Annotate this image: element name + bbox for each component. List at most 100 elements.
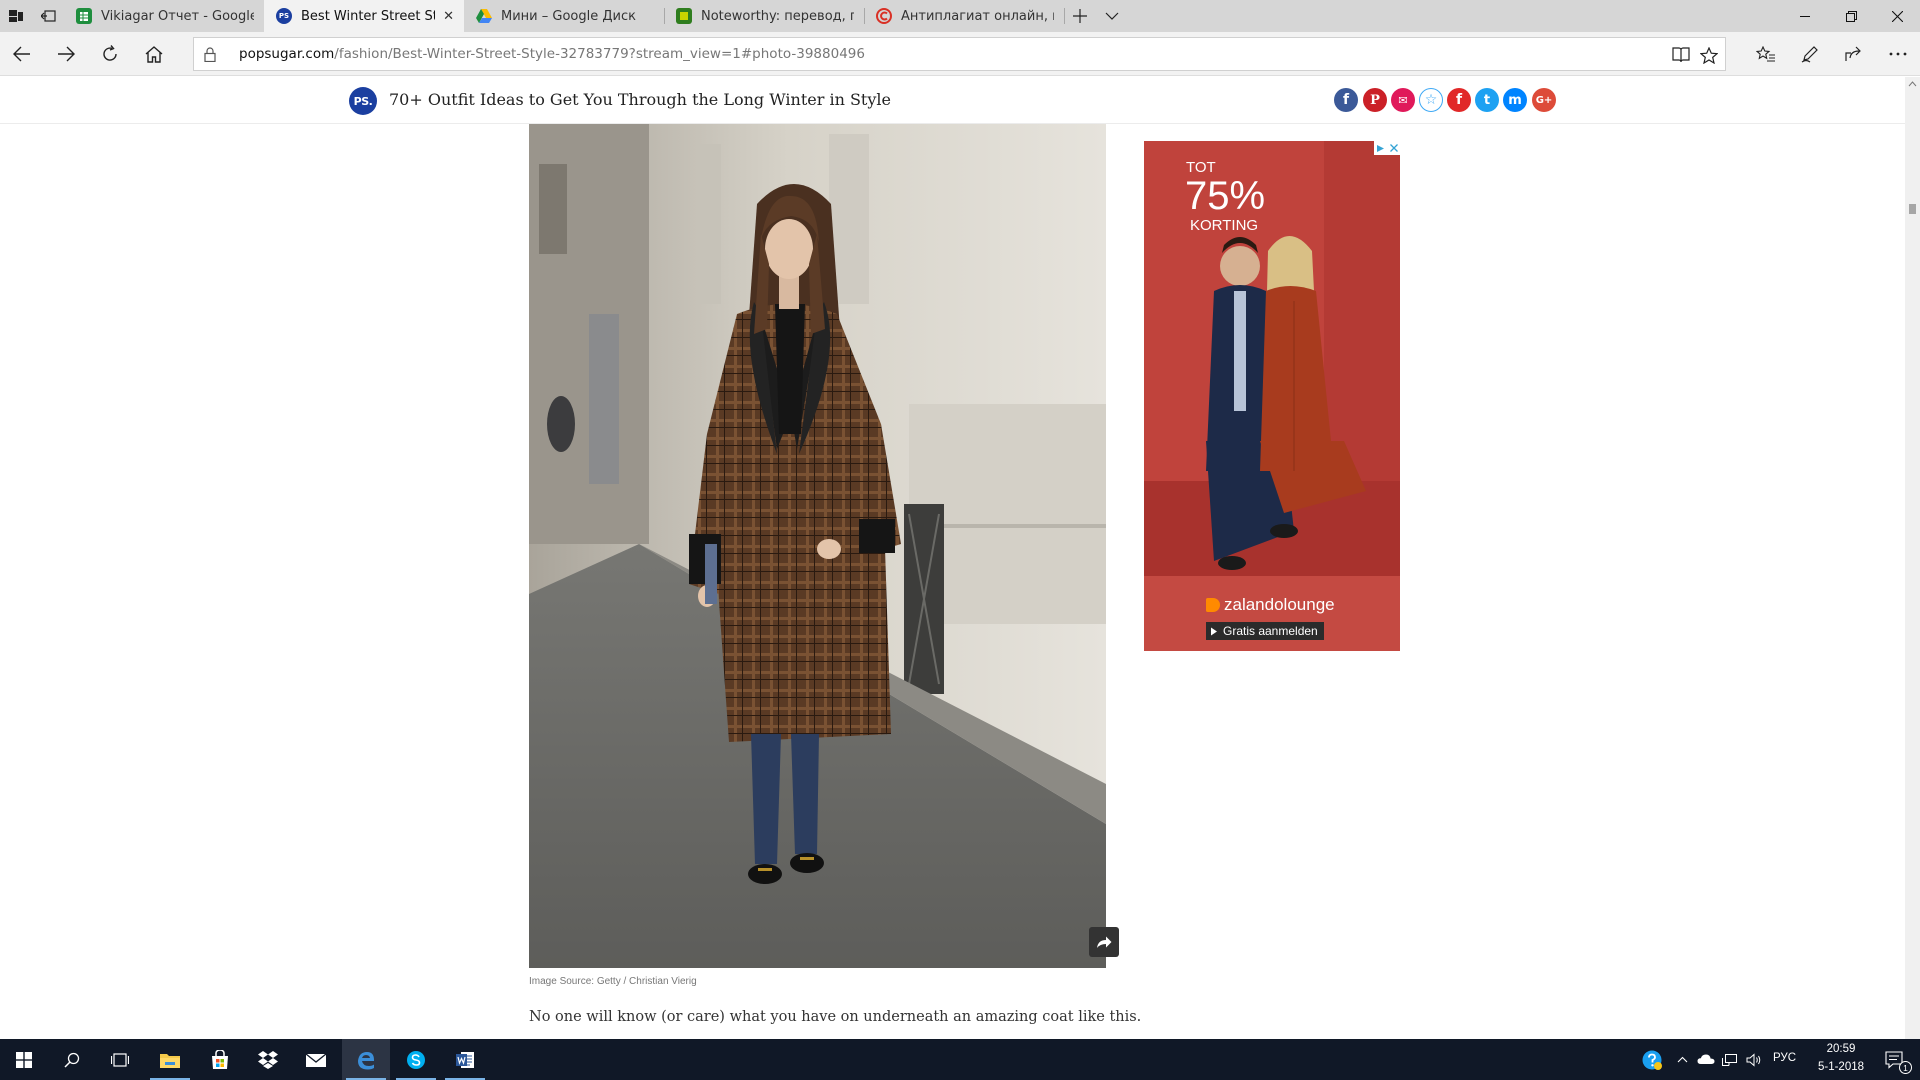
image-credit: Image Source: Getty / Christian Vierig (529, 976, 697, 987)
tab-overview-icon[interactable] (0, 0, 32, 32)
browser-toolbar: popsugar.com/fashion/Best-Winter-Street-… (0, 32, 1920, 76)
tab-noteworthy[interactable]: Noteworthy: перевод, прои (664, 0, 864, 32)
show-hidden-icons-chevron-icon[interactable] (1670, 1039, 1694, 1080)
scrollbar-thumb[interactable] (1909, 204, 1916, 214)
minimize-window-icon[interactable] (1782, 0, 1828, 32)
google-plus-glyph: G+ (1535, 94, 1553, 106)
ad-line-korting: KORTING (1190, 217, 1259, 234)
reading-view-icon[interactable] (1669, 43, 1693, 67)
favorite-glyph: ☆ (1424, 92, 1438, 108)
favorite-star-share-icon[interactable]: ☆ (1419, 88, 1443, 112)
network-icon[interactable] (1718, 1039, 1742, 1080)
email-glyph: ✉ (1398, 93, 1408, 107)
share-icon[interactable] (1836, 36, 1872, 72)
skype-icon[interactable] (392, 1039, 440, 1080)
url-path: /fashion/Best-Winter-Street-Style-327837… (334, 46, 865, 62)
tab-title: Vikiagar Отчет - Google Tat (101, 8, 254, 24)
notification-count-badge: 1 (1899, 1061, 1912, 1074)
tab-preview-chevron-icon[interactable] (1096, 0, 1128, 32)
zalando-logo-icon (1206, 598, 1220, 612)
set-tabs-aside-icon[interactable] (32, 0, 64, 32)
popsugar-logo[interactable]: PS. (349, 87, 377, 115)
ad-cta-label: Gratis aanmelden (1223, 624, 1318, 638)
lock-icon[interactable] (204, 47, 216, 66)
ad-close-icon[interactable] (1387, 141, 1400, 155)
start-windows-icon[interactable] (0, 1039, 48, 1080)
pinterest-share-icon[interactable]: P (1363, 88, 1387, 112)
pinterest-glyph: P (1370, 92, 1380, 108)
google-drive-favicon-icon (476, 8, 492, 24)
favorites-hub-icon[interactable] (1748, 36, 1784, 72)
messenger-glyph: m (1508, 92, 1522, 108)
windows-taskbar: РУС 20:59 5-1-2018 1 (0, 1039, 1920, 1080)
forward-arrow-icon[interactable] (48, 36, 84, 72)
tab-title: Мини – Google Диск (501, 8, 636, 24)
clock-time[interactable]: 20:59 (1819, 1043, 1863, 1055)
tab-title: Антиплагиат онлайн, пров (901, 8, 1054, 24)
back-arrow-icon[interactable] (4, 36, 40, 72)
messenger-share-icon[interactable]: m (1503, 88, 1527, 112)
twitter-share-icon[interactable]: t (1475, 88, 1499, 112)
scroll-up-arrow-icon[interactable] (1905, 79, 1920, 89)
facebook-glyph: f (1342, 92, 1350, 108)
ad-discount: 75% (1185, 174, 1266, 218)
zalando-ad[interactable]: TOT 75% KORTING zalandolounge Gratis aan… (1144, 141, 1400, 651)
input-language-indicator[interactable]: РУС (1773, 1052, 1796, 1064)
sheets-favicon-icon (76, 8, 92, 24)
ad-cta-button[interactable]: Gratis aanmelden (1206, 622, 1324, 640)
ad-illustration (1144, 141, 1400, 651)
edge-browser-icon[interactable] (342, 1039, 390, 1080)
share-arrow-icon (1097, 936, 1112, 948)
tab-title: Best Winter Street Style (301, 8, 435, 24)
tab-best-winter-street-style[interactable]: PS Best Winter Street Style ✕ (264, 0, 464, 32)
onedrive-cloud-icon[interactable] (1694, 1039, 1718, 1080)
task-view-icon[interactable] (96, 1039, 144, 1080)
popsugar-favicon-icon: PS (276, 8, 292, 24)
new-tab-icon[interactable] (1064, 0, 1096, 32)
tab-vikiagar[interactable]: Vikiagar Отчет - Google Tat (64, 0, 264, 32)
word-icon[interactable] (441, 1039, 489, 1080)
play-triangle-icon (1211, 627, 1217, 635)
ad-choices-badge[interactable] (1374, 141, 1400, 155)
home-icon[interactable] (136, 36, 172, 72)
address-bar[interactable]: popsugar.com/fashion/Best-Winter-Street-… (193, 37, 1726, 71)
photo-share-button[interactable] (1089, 927, 1119, 957)
volume-icon[interactable] (1742, 1039, 1766, 1080)
tab-title: Noteworthy: перевод, прои (701, 8, 854, 24)
street-style-photo[interactable] (529, 124, 1106, 968)
dropbox-icon[interactable] (244, 1039, 292, 1080)
store-icon[interactable] (196, 1039, 244, 1080)
browser-tab-bar: Vikiagar Отчет - Google Tat PS Best Wint… (0, 0, 1920, 32)
email-share-icon[interactable]: ✉ (1391, 88, 1415, 112)
web-page: PS. 70+ Outfit Ideas to Get You Through … (0, 77, 1905, 1039)
add-favorite-star-icon[interactable] (1697, 43, 1721, 67)
ad-brand-name: zalandolounge (1224, 595, 1335, 614)
google-plus-share-icon[interactable]: G+ (1532, 88, 1556, 112)
tab-antiplagiat[interactable]: Антиплагиат онлайн, пров (864, 0, 1064, 32)
search-icon[interactable] (48, 1039, 96, 1080)
refresh-icon[interactable] (92, 36, 128, 72)
file-explorer-icon[interactable] (146, 1039, 194, 1080)
page-scrollbar[interactable] (1905, 77, 1920, 1039)
close-window-icon[interactable] (1874, 0, 1920, 32)
mail-icon[interactable] (292, 1039, 340, 1080)
close-tab-icon[interactable]: ✕ (443, 9, 454, 24)
tab-google-drive[interactable]: Мини – Google Диск (464, 0, 664, 32)
web-note-pen-icon[interactable] (1792, 36, 1828, 72)
ad-info-icon[interactable] (1374, 141, 1387, 155)
flipboard-share-icon[interactable]: f (1447, 88, 1471, 112)
photo-caption: No one will know (or care) what you have… (529, 1009, 1142, 1025)
action-center-icon[interactable]: 1 (1874, 1039, 1916, 1080)
twitter-glyph: t (1483, 92, 1491, 108)
restore-window-icon[interactable] (1828, 0, 1874, 32)
url-text[interactable]: popsugar.com/fashion/Best-Winter-Street-… (239, 46, 865, 62)
ad-brand: zalandolounge (1206, 595, 1335, 615)
more-settings-icon[interactable] (1880, 36, 1916, 72)
clock-date[interactable]: 5-1-2018 (1810, 1061, 1872, 1073)
article-title: 70+ Outfit Ideas to Get You Through the … (389, 90, 891, 109)
antiplagiat-favicon-icon (876, 8, 892, 24)
help-icon[interactable] (1630, 1039, 1674, 1080)
facebook-share-icon[interactable]: f (1334, 88, 1358, 112)
article-header: PS. 70+ Outfit Ideas to Get You Through … (0, 77, 1905, 124)
noteworthy-favicon-icon (676, 8, 692, 24)
